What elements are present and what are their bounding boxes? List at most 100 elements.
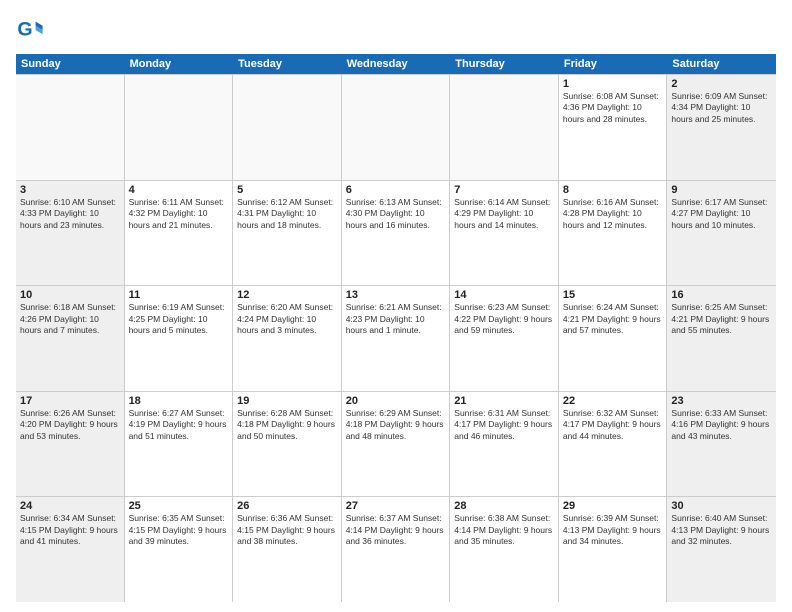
day-number: 27: [346, 500, 446, 512]
table-row: 7Sunrise: 6:14 AM Sunset: 4:29 PM Daylig…: [450, 181, 559, 286]
day-number: 12: [237, 289, 337, 301]
day-info: Sunrise: 6:34 AM Sunset: 4:15 PM Dayligh…: [20, 513, 120, 547]
table-row: 24Sunrise: 6:34 AM Sunset: 4:15 PM Dayli…: [16, 497, 125, 602]
day-number: 23: [671, 395, 772, 407]
header: G: [16, 16, 776, 44]
day-info: Sunrise: 6:32 AM Sunset: 4:17 PM Dayligh…: [563, 408, 663, 442]
page: G SundayMondayTuesdayWednesdayThursdayFr…: [0, 0, 792, 612]
day-number: 18: [129, 395, 229, 407]
day-number: 26: [237, 500, 337, 512]
day-info: Sunrise: 6:40 AM Sunset: 4:13 PM Dayligh…: [671, 513, 772, 547]
table-row: 16Sunrise: 6:25 AM Sunset: 4:21 PM Dayli…: [667, 286, 776, 391]
day-info: Sunrise: 6:23 AM Sunset: 4:22 PM Dayligh…: [454, 302, 554, 336]
day-number: 20: [346, 395, 446, 407]
day-of-week-tuesday: Tuesday: [233, 54, 342, 74]
day-info: Sunrise: 6:18 AM Sunset: 4:26 PM Dayligh…: [20, 302, 120, 336]
day-number: 24: [20, 500, 120, 512]
day-number: 30: [671, 500, 772, 512]
day-info: Sunrise: 6:11 AM Sunset: 4:32 PM Dayligh…: [129, 197, 229, 231]
day-number: 16: [671, 289, 772, 301]
day-number: 6: [346, 184, 446, 196]
day-info: Sunrise: 6:33 AM Sunset: 4:16 PM Dayligh…: [671, 408, 772, 442]
day-number: 11: [129, 289, 229, 301]
table-row: 15Sunrise: 6:24 AM Sunset: 4:21 PM Dayli…: [559, 286, 668, 391]
day-number: 7: [454, 184, 554, 196]
day-info: Sunrise: 6:08 AM Sunset: 4:36 PM Dayligh…: [563, 91, 663, 125]
logo: G: [16, 16, 48, 44]
day-of-week-sunday: Sunday: [16, 54, 125, 74]
day-of-week-monday: Monday: [125, 54, 234, 74]
day-info: Sunrise: 6:19 AM Sunset: 4:25 PM Dayligh…: [129, 302, 229, 336]
table-row: 5Sunrise: 6:12 AM Sunset: 4:31 PM Daylig…: [233, 181, 342, 286]
day-info: Sunrise: 6:27 AM Sunset: 4:19 PM Dayligh…: [129, 408, 229, 442]
table-row: 12Sunrise: 6:20 AM Sunset: 4:24 PM Dayli…: [233, 286, 342, 391]
day-info: Sunrise: 6:39 AM Sunset: 4:13 PM Dayligh…: [563, 513, 663, 547]
week-2: 3Sunrise: 6:10 AM Sunset: 4:33 PM Daylig…: [16, 180, 776, 286]
table-row: 11Sunrise: 6:19 AM Sunset: 4:25 PM Dayli…: [125, 286, 234, 391]
table-row: 17Sunrise: 6:26 AM Sunset: 4:20 PM Dayli…: [16, 392, 125, 497]
day-of-week-saturday: Saturday: [667, 54, 776, 74]
table-row: 27Sunrise: 6:37 AM Sunset: 4:14 PM Dayli…: [342, 497, 451, 602]
day-info: Sunrise: 6:10 AM Sunset: 4:33 PM Dayligh…: [20, 197, 120, 231]
day-info: Sunrise: 6:14 AM Sunset: 4:29 PM Dayligh…: [454, 197, 554, 231]
table-row: 13Sunrise: 6:21 AM Sunset: 4:23 PM Dayli…: [342, 286, 451, 391]
day-info: Sunrise: 6:12 AM Sunset: 4:31 PM Dayligh…: [237, 197, 337, 231]
table-row: 22Sunrise: 6:32 AM Sunset: 4:17 PM Dayli…: [559, 392, 668, 497]
table-row: 23Sunrise: 6:33 AM Sunset: 4:16 PM Dayli…: [667, 392, 776, 497]
day-number: 10: [20, 289, 120, 301]
day-number: 25: [129, 500, 229, 512]
week-3: 10Sunrise: 6:18 AM Sunset: 4:26 PM Dayli…: [16, 285, 776, 391]
week-1: 1Sunrise: 6:08 AM Sunset: 4:36 PM Daylig…: [16, 74, 776, 180]
calendar-body: 1Sunrise: 6:08 AM Sunset: 4:36 PM Daylig…: [16, 74, 776, 602]
table-row: 26Sunrise: 6:36 AM Sunset: 4:15 PM Dayli…: [233, 497, 342, 602]
day-number: 14: [454, 289, 554, 301]
day-info: Sunrise: 6:31 AM Sunset: 4:17 PM Dayligh…: [454, 408, 554, 442]
table-row: 6Sunrise: 6:13 AM Sunset: 4:30 PM Daylig…: [342, 181, 451, 286]
day-info: Sunrise: 6:28 AM Sunset: 4:18 PM Dayligh…: [237, 408, 337, 442]
day-info: Sunrise: 6:35 AM Sunset: 4:15 PM Dayligh…: [129, 513, 229, 547]
day-info: Sunrise: 6:17 AM Sunset: 4:27 PM Dayligh…: [671, 197, 772, 231]
day-of-week-friday: Friday: [559, 54, 668, 74]
table-row: 19Sunrise: 6:28 AM Sunset: 4:18 PM Dayli…: [233, 392, 342, 497]
day-number: 15: [563, 289, 663, 301]
day-info: Sunrise: 6:20 AM Sunset: 4:24 PM Dayligh…: [237, 302, 337, 336]
table-row: 3Sunrise: 6:10 AM Sunset: 4:33 PM Daylig…: [16, 181, 125, 286]
day-info: Sunrise: 6:37 AM Sunset: 4:14 PM Dayligh…: [346, 513, 446, 547]
day-number: 29: [563, 500, 663, 512]
day-info: Sunrise: 6:36 AM Sunset: 4:15 PM Dayligh…: [237, 513, 337, 547]
day-number: 22: [563, 395, 663, 407]
calendar: SundayMondayTuesdayWednesdayThursdayFrid…: [16, 54, 776, 602]
table-row: 28Sunrise: 6:38 AM Sunset: 4:14 PM Dayli…: [450, 497, 559, 602]
day-info: Sunrise: 6:25 AM Sunset: 4:21 PM Dayligh…: [671, 302, 772, 336]
table-row: 18Sunrise: 6:27 AM Sunset: 4:19 PM Dayli…: [125, 392, 234, 497]
day-number: 19: [237, 395, 337, 407]
logo-icon: G: [16, 16, 44, 44]
day-number: 5: [237, 184, 337, 196]
week-5: 24Sunrise: 6:34 AM Sunset: 4:15 PM Dayli…: [16, 496, 776, 602]
calendar-header: SundayMondayTuesdayWednesdayThursdayFrid…: [16, 54, 776, 74]
table-row: 10Sunrise: 6:18 AM Sunset: 4:26 PM Dayli…: [16, 286, 125, 391]
table-row: 2Sunrise: 6:09 AM Sunset: 4:34 PM Daylig…: [667, 75, 776, 180]
day-number: 1: [563, 78, 663, 90]
week-4: 17Sunrise: 6:26 AM Sunset: 4:20 PM Dayli…: [16, 391, 776, 497]
table-row: 29Sunrise: 6:39 AM Sunset: 4:13 PM Dayli…: [559, 497, 668, 602]
day-info: Sunrise: 6:26 AM Sunset: 4:20 PM Dayligh…: [20, 408, 120, 442]
table-row: 14Sunrise: 6:23 AM Sunset: 4:22 PM Dayli…: [450, 286, 559, 391]
table-row: [450, 75, 559, 180]
table-row: [125, 75, 234, 180]
table-row: 4Sunrise: 6:11 AM Sunset: 4:32 PM Daylig…: [125, 181, 234, 286]
table-row: 30Sunrise: 6:40 AM Sunset: 4:13 PM Dayli…: [667, 497, 776, 602]
day-number: 9: [671, 184, 772, 196]
day-of-week-thursday: Thursday: [450, 54, 559, 74]
day-info: Sunrise: 6:38 AM Sunset: 4:14 PM Dayligh…: [454, 513, 554, 547]
svg-text:G: G: [17, 19, 32, 41]
day-number: 4: [129, 184, 229, 196]
day-number: 8: [563, 184, 663, 196]
day-info: Sunrise: 6:21 AM Sunset: 4:23 PM Dayligh…: [346, 302, 446, 336]
table-row: 20Sunrise: 6:29 AM Sunset: 4:18 PM Dayli…: [342, 392, 451, 497]
table-row: [342, 75, 451, 180]
day-info: Sunrise: 6:24 AM Sunset: 4:21 PM Dayligh…: [563, 302, 663, 336]
table-row: 1Sunrise: 6:08 AM Sunset: 4:36 PM Daylig…: [559, 75, 668, 180]
table-row: 21Sunrise: 6:31 AM Sunset: 4:17 PM Dayli…: [450, 392, 559, 497]
table-row: [16, 75, 125, 180]
